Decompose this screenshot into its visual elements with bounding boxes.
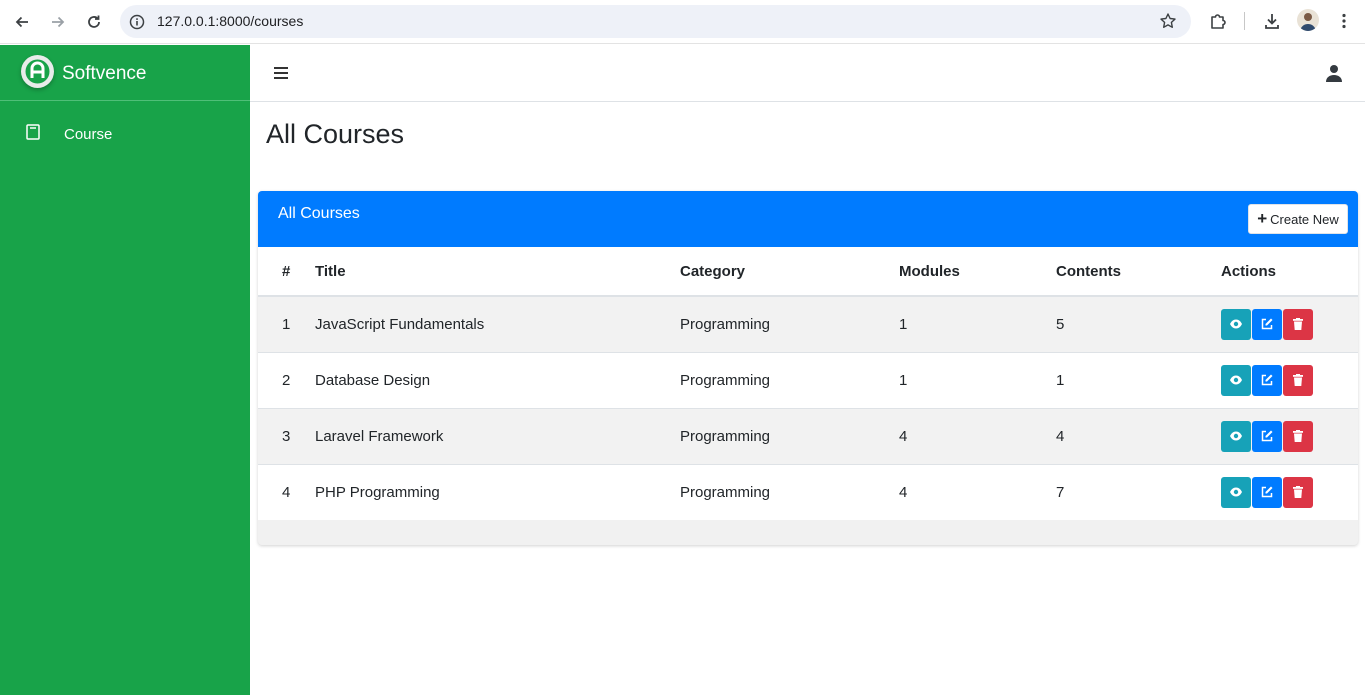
delete-button[interactable] <box>1283 476 1313 508</box>
cell-title: Laravel Framework <box>315 427 444 445</box>
eye-icon <box>1230 487 1242 497</box>
trash-icon <box>1293 486 1303 499</box>
cell-contents: 5 <box>1056 315 1065 333</box>
cell-actions <box>1221 296 1358 352</box>
view-button[interactable] <box>1221 364 1251 396</box>
browser-toolbar: 127.0.0.1:8000/courses <box>0 0 1365 44</box>
col-header-category: Category <box>680 247 899 297</box>
cell-num: 2 <box>282 371 291 389</box>
sidebar-item-course[interactable]: Course <box>0 117 250 147</box>
back-icon[interactable] <box>10 10 34 34</box>
toolbar-divider <box>1244 12 1245 30</box>
delete-button[interactable] <box>1283 308 1313 340</box>
courses-table: # Title Category Modules Contents Action… <box>258 247 1358 520</box>
edit-icon <box>1261 430 1273 442</box>
hamburger-menu-icon[interactable] <box>272 65 290 81</box>
extensions-icon[interactable] <box>1207 10 1229 32</box>
download-icon[interactable] <box>1261 10 1283 32</box>
col-header-title: Title <box>315 247 680 297</box>
view-button[interactable] <box>1221 420 1251 452</box>
sidebar-item-label: Course <box>64 126 113 143</box>
cell-modules: 4 <box>899 427 908 445</box>
cell-contents: 1 <box>1056 371 1065 389</box>
table-row: 4 PHP Programming Programming 4 7 <box>258 464 1358 520</box>
view-button[interactable] <box>1221 308 1251 340</box>
cell-title: JavaScript Fundamentals <box>315 315 485 333</box>
cell-num: 4 <box>282 483 291 501</box>
edit-button[interactable] <box>1252 476 1282 508</box>
table-row: 3 Laravel Framework Programming 4 4 <box>258 408 1358 464</box>
col-header-num: # <box>258 247 315 297</box>
trash-icon <box>1293 318 1303 331</box>
eye-icon <box>1230 375 1242 385</box>
eye-icon <box>1230 319 1242 329</box>
address-bar[interactable]: 127.0.0.1:8000/courses <box>120 5 1191 38</box>
cell-modules: 1 <box>899 371 908 389</box>
cell-contents: 7 <box>1056 483 1065 501</box>
cell-actions <box>1221 464 1358 520</box>
forward-icon[interactable] <box>46 10 70 34</box>
trash-icon <box>1293 374 1303 386</box>
brand[interactable]: Softvence <box>0 45 250 101</box>
col-header-actions: Actions <box>1221 247 1358 297</box>
user-icon[interactable] <box>1325 64 1343 82</box>
profile-avatar[interactable] <box>1297 9 1319 31</box>
create-new-button[interactable]: + Create New <box>1248 204 1348 234</box>
edit-icon <box>1261 374 1273 386</box>
delete-button[interactable] <box>1283 420 1313 452</box>
trash-icon <box>1293 430 1303 442</box>
edit-button[interactable] <box>1252 364 1282 396</box>
cell-title: Database Design <box>315 371 431 389</box>
menu-dots-icon[interactable] <box>1333 10 1355 32</box>
cell-modules: 1 <box>899 315 908 333</box>
cell-actions <box>1221 408 1358 464</box>
card-header: All Courses + Create New <box>258 191 1358 247</box>
create-new-label: Create New <box>1270 211 1339 227</box>
delete-button[interactable] <box>1283 364 1313 396</box>
brand-logo-icon <box>21 55 54 88</box>
cell-modules: 4 <box>899 483 908 501</box>
col-header-modules: Modules <box>899 247 1056 297</box>
cell-num: 3 <box>282 427 291 445</box>
plus-icon: + <box>1257 208 1268 228</box>
topbar <box>250 45 1365 102</box>
url-text[interactable]: 127.0.0.1:8000/courses <box>157 13 303 29</box>
cell-contents: 4 <box>1056 427 1065 445</box>
table-row: 2 Database Design Programming 1 1 <box>258 352 1358 408</box>
card-title: All Courses <box>278 205 360 222</box>
col-header-contents: Contents <box>1056 247 1221 297</box>
cell-actions <box>1221 352 1358 408</box>
table-header-row: # Title Category Modules Contents Action… <box>258 247 1358 297</box>
brand-name: Softvence <box>62 63 147 84</box>
cell-title: PHP Programming <box>315 483 440 501</box>
courses-card: All Courses + Create New # Title Categor… <box>258 191 1358 545</box>
cell-category: Programming <box>680 427 771 445</box>
edit-icon <box>1261 318 1273 330</box>
view-button[interactable] <box>1221 476 1251 508</box>
cell-num: 1 <box>282 315 291 333</box>
table-row: 1 JavaScript Fundamentals Programming 1 … <box>258 296 1358 352</box>
cell-category: Programming <box>680 483 771 501</box>
sidebar: Softvence Course <box>0 45 250 695</box>
edit-button[interactable] <box>1252 308 1282 340</box>
page-title: All Courses <box>266 119 405 149</box>
eye-icon <box>1230 431 1242 441</box>
edit-icon <box>1261 486 1273 498</box>
bookmark-star-icon[interactable] <box>1159 12 1177 30</box>
book-icon <box>26 124 40 140</box>
cell-category: Programming <box>680 371 771 389</box>
edit-button[interactable] <box>1252 420 1282 452</box>
reload-icon[interactable] <box>82 10 106 34</box>
site-info-icon[interactable] <box>128 13 146 31</box>
cell-category: Programming <box>680 315 771 333</box>
